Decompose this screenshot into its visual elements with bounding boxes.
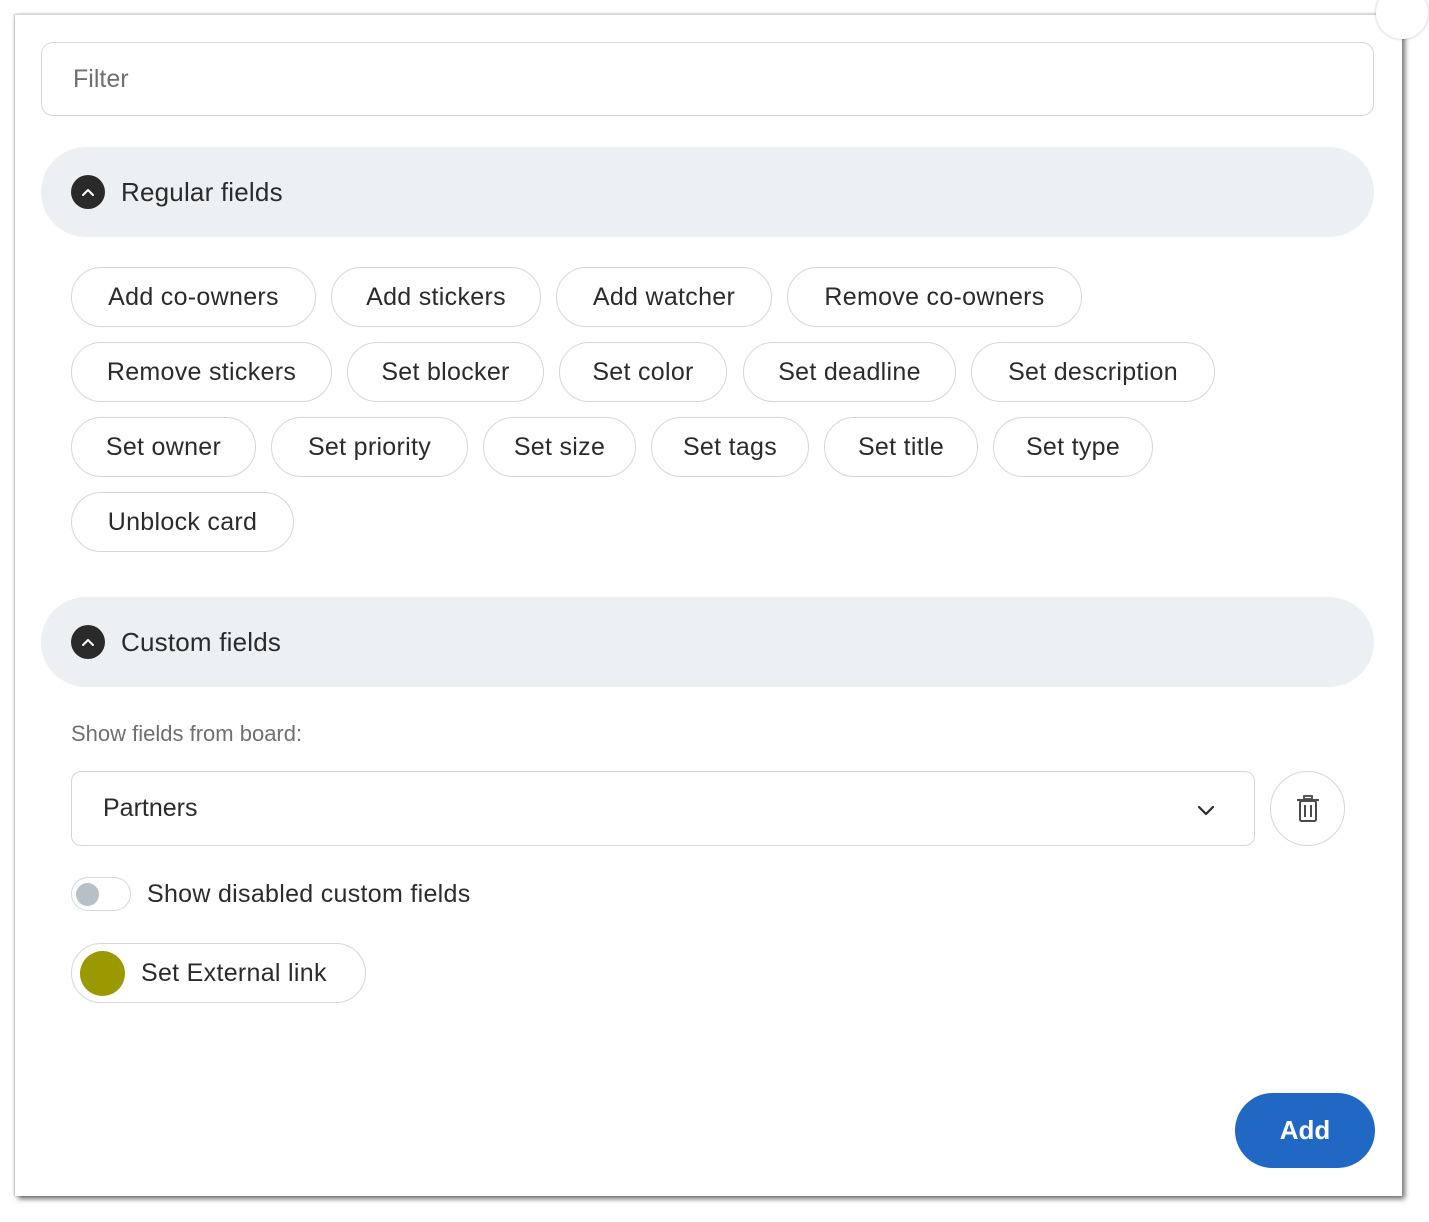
chip-remove-co-owners[interactable]: Remove co-owners [787, 267, 1082, 327]
show-disabled-label: Show disabled custom fields [147, 880, 471, 908]
chip-label: Set External link [141, 958, 327, 987]
chip-set-deadline[interactable]: Set deadline [743, 342, 956, 402]
add-button[interactable]: Add [1235, 1093, 1375, 1168]
chevron-up-icon [71, 625, 105, 659]
chip-set-title[interactable]: Set title [824, 417, 978, 477]
dialog-close-button[interactable] [1376, 0, 1428, 39]
board-select-label: Show fields from board: [71, 721, 303, 746]
chip-remove-stickers[interactable]: Remove stickers [71, 342, 332, 402]
regular-fields-title: Regular fields [121, 176, 283, 207]
chip-set-blocker[interactable]: Set blocker [347, 342, 544, 402]
add-field-dialog: Regular fields Add co-owners Add sticker… [15, 0, 1428, 1196]
toggle-knob [76, 883, 99, 906]
chip-add-watcher[interactable]: Add watcher [556, 267, 772, 327]
chip-add-co-owners[interactable]: Add co-owners [71, 267, 316, 327]
chip-unblock-card[interactable]: Unblock card [71, 492, 294, 552]
filter-input[interactable] [41, 42, 1374, 116]
regular-fields-header[interactable]: Regular fields [41, 147, 1374, 237]
field-color-dot [80, 950, 125, 996]
chip-add-stickers[interactable]: Add stickers [331, 267, 541, 327]
chip-set-type[interactable]: Set type [993, 417, 1153, 477]
trash-icon [1296, 794, 1319, 822]
chip-set-tags[interactable]: Set tags [651, 417, 809, 477]
board-select-value: Partners [103, 794, 198, 822]
custom-fields-header[interactable]: Custom fields [41, 597, 1374, 687]
chip-set-size[interactable]: Set size [483, 417, 636, 477]
chevron-up-icon [71, 175, 105, 209]
show-disabled-toggle[interactable] [71, 877, 131, 911]
chip-set-external-link[interactable]: Set External link [71, 943, 366, 1003]
chip-set-owner[interactable]: Set owner [71, 417, 256, 477]
chip-set-description[interactable]: Set description [971, 342, 1215, 402]
delete-board-button[interactable] [1270, 771, 1345, 846]
chip-set-color[interactable]: Set color [559, 342, 727, 402]
custom-fields-title: Custom fields [121, 626, 282, 657]
chip-set-priority[interactable]: Set priority [271, 417, 468, 477]
chevron-down-icon [1197, 805, 1215, 816]
board-select[interactable]: Partners [71, 771, 1255, 846]
